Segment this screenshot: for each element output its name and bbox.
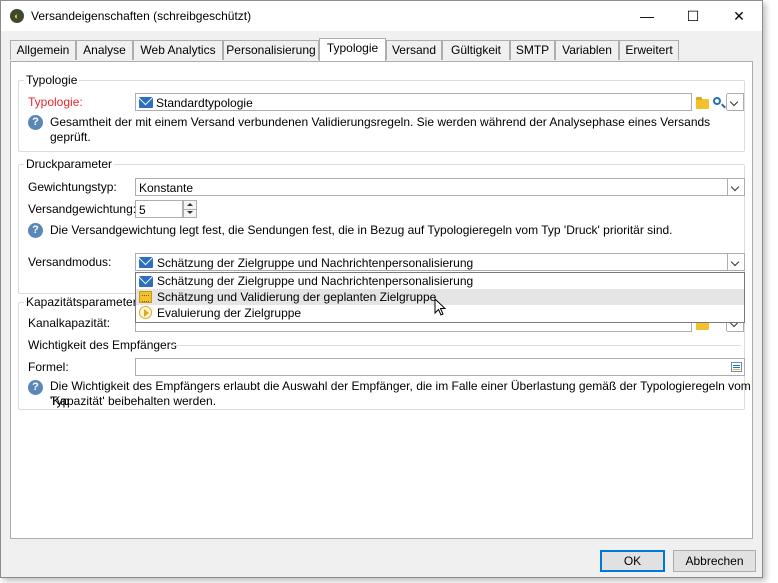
minimize-button[interactable]: — — [624, 1, 670, 31]
window-title: Versandeigenschaften (schreibgeschützt) — [31, 9, 252, 23]
search-icon[interactable] — [713, 97, 721, 105]
mode-option-label: Evaluierung der Zielgruppe — [157, 306, 302, 320]
weight-type-select[interactable]: Konstante — [135, 178, 745, 196]
tab-smtp[interactable]: SMTP — [510, 40, 555, 60]
print-info-text: Die Versandgewichtung legt fest, die Sen… — [50, 223, 673, 237]
typology-value: Standardtypologie — [156, 96, 253, 110]
weight-stepper[interactable] — [183, 200, 197, 218]
mode-option-label: Schätzung und Validierung der geplanten … — [157, 290, 437, 304]
typology-dropdown-button[interactable] — [726, 93, 744, 111]
capacity-group-title: Kapazitätsparameter — [24, 295, 139, 309]
tab-gueltigkeit[interactable]: Gültigkeit — [442, 40, 510, 60]
weight-label: Versandgewichtung: — [28, 202, 137, 216]
tab-web-analytics[interactable]: Web Analytics — [133, 40, 223, 60]
tab-personalisierung[interactable]: Personalisierung — [223, 40, 319, 60]
typology-label: Typologie: — [28, 95, 83, 109]
typology-info-text: Gesamtheit der mit einem Versand verbund… — [50, 115, 711, 144]
envelope-icon — [139, 257, 153, 268]
calendar-icon — [139, 291, 152, 303]
stepper-down-icon[interactable] — [184, 209, 196, 217]
tab-analyse[interactable]: Analyse — [76, 40, 133, 60]
envelope-icon — [139, 276, 153, 287]
info-icon: ? — [28, 223, 43, 238]
channel-capacity-label: Kanalkapazität: — [28, 316, 111, 330]
chevron-down-icon — [727, 254, 744, 270]
mode-option-label: Schätzung der Zielgruppe und Nachrichten… — [157, 274, 474, 288]
cancel-button[interactable]: Abbrechen — [673, 550, 756, 572]
mode-label: Versandmodus: — [28, 255, 112, 269]
tab-variablen[interactable]: Variablen — [555, 40, 619, 60]
weight-input[interactable]: 5 — [135, 200, 183, 218]
print-group-title: Druckparameter — [24, 157, 115, 171]
chevron-down-icon — [726, 94, 743, 110]
typology-field[interactable]: Standardtypologie — [135, 93, 692, 111]
capacity-info-line2: 'Kapazität' beibehalten werden. — [50, 394, 217, 408]
play-icon — [139, 306, 152, 319]
weight-type-label: Gewichtungstyp: — [28, 180, 117, 194]
properties-dialog: ◐ Versandeigenschaften (schreibgeschützt… — [0, 0, 763, 578]
mode-value: Schätzung der Zielgruppe und Nachrichten… — [157, 256, 474, 270]
mode-option-estimation-personalization[interactable]: Schätzung der Zielgruppe und Nachrichten… — [136, 273, 744, 289]
title-bar: ◐ Versandeigenschaften (schreibgeschützt… — [1, 1, 762, 31]
mouse-cursor-icon — [434, 298, 447, 316]
mode-select[interactable]: Schätzung der Zielgruppe und Nachrichten… — [135, 253, 745, 271]
formula-input[interactable] — [135, 358, 745, 376]
tab-versand[interactable]: Versand — [386, 40, 442, 60]
formula-editor-icon[interactable] — [731, 362, 742, 372]
tab-allgemein[interactable]: Allgemein — [10, 40, 76, 60]
tab-erweitert[interactable]: Erweitert — [619, 40, 679, 60]
close-button[interactable]: ✕ — [716, 1, 762, 31]
typology-group-title: Typologie — [24, 73, 80, 87]
folder-icon[interactable] — [696, 97, 709, 109]
chevron-down-icon — [727, 179, 744, 195]
tab-typologie[interactable]: Typologie — [319, 38, 386, 61]
info-icon: ? — [28, 380, 43, 395]
app-logo-icon: ◐ — [10, 9, 24, 23]
typology-icon — [139, 97, 153, 108]
formula-label: Formel: — [28, 360, 69, 374]
recipient-importance-title: Wichtigkeit des Empfängers — [28, 338, 177, 352]
weight-type-value: Konstante — [139, 181, 194, 195]
separator — [171, 345, 741, 346]
weight-value: 5 — [139, 203, 146, 217]
maximize-button[interactable]: ☐ — [670, 1, 716, 31]
info-icon: ? — [28, 115, 43, 130]
ok-button[interactable]: OK — [600, 550, 665, 572]
